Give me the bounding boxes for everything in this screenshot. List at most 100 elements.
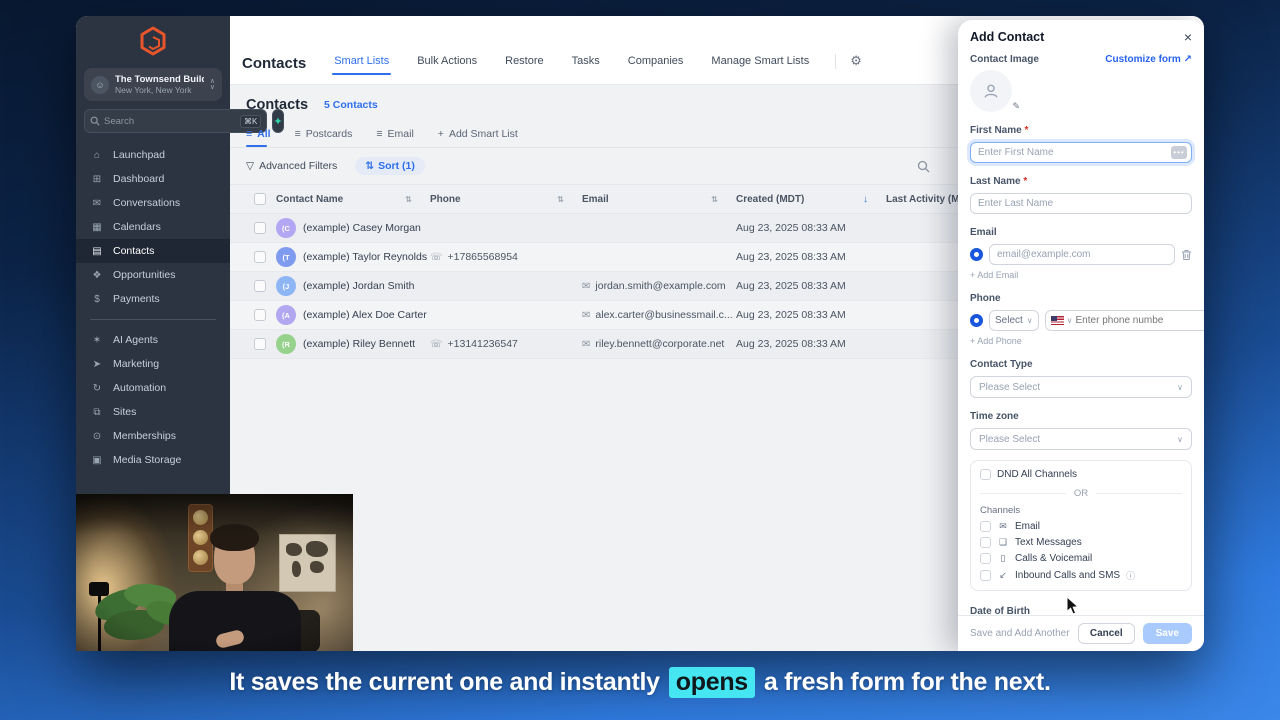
email-primary-radio[interactable] (970, 248, 983, 261)
contact-type-select[interactable]: Please Select∨ (970, 376, 1192, 398)
subtab-postcards[interactable]: ≡Postcards (295, 120, 353, 147)
account-location: New York, New York (115, 85, 204, 95)
table-search-button[interactable] (917, 160, 930, 173)
phone-primary-radio[interactable] (970, 314, 983, 327)
sidebar-item-opportunities[interactable]: ❖Opportunities (76, 263, 230, 287)
sidebar-item-dashboard[interactable]: ⊞Dashboard (76, 167, 230, 191)
select-all-checkbox[interactable] (254, 193, 266, 205)
email-input[interactable] (989, 244, 1175, 265)
us-flag-icon (1051, 316, 1064, 325)
dashboard-icon: ⊞ (90, 174, 104, 185)
search-input[interactable] (104, 116, 236, 127)
col-last-activity: Last Activity (M (886, 194, 960, 205)
contact-name[interactable]: (example) Alex Doe Carter (303, 309, 427, 321)
payments-icon: $ (90, 294, 104, 305)
app-logo (76, 16, 230, 66)
contacts-heading: Contacts (246, 97, 308, 113)
customize-form-link[interactable]: Customize form ↗ (1105, 54, 1192, 65)
pencil-icon[interactable]: ✎ (1012, 101, 1020, 112)
row-checkbox[interactable] (254, 222, 266, 234)
phone-input-group[interactable]: ∨ (1045, 310, 1204, 331)
sidebar-item-media-storage[interactable]: ▣Media Storage (76, 448, 230, 472)
avatar: (J (276, 276, 296, 296)
channel-inbound-checkbox[interactable] (980, 570, 991, 581)
tab-bulk-actions[interactable]: Bulk Actions (415, 45, 479, 81)
sidebar-item-ai-agents[interactable]: ✶AI Agents (76, 328, 230, 352)
contact-name[interactable]: (example) Jordan Smith (303, 280, 414, 292)
dnd-all-checkbox[interactable] (980, 469, 991, 480)
sidebar-item-automation[interactable]: ↻Automation (76, 376, 230, 400)
col-contact-name: Contact Name (276, 194, 343, 205)
gear-icon[interactable]: ⚙ (850, 53, 862, 69)
contact-type-label: Contact Type (970, 359, 1033, 370)
sidebar-item-calendars[interactable]: ▦Calendars (76, 215, 230, 239)
phone-value: +13141236547 (448, 338, 518, 350)
add-contact-panel: Add Contact × Contact Image Customize fo… (958, 20, 1204, 651)
sidebar-item-marketing[interactable]: ➤Marketing (76, 352, 230, 376)
tab-tasks[interactable]: Tasks (570, 45, 602, 81)
phone-icon: ☏ (430, 252, 443, 263)
tab-manage-smart-lists[interactable]: Manage Smart Lists (709, 45, 811, 81)
message-icon: ❏ (997, 537, 1009, 548)
subtab-email[interactable]: ≡Email (376, 120, 413, 147)
cancel-button[interactable]: Cancel (1078, 623, 1135, 644)
trash-icon[interactable] (1181, 249, 1192, 261)
add-phone-link[interactable]: + Add Phone (970, 336, 1192, 346)
caption-highlight: opens (669, 667, 755, 698)
phone-input[interactable] (1076, 315, 1204, 326)
channel-text-checkbox[interactable] (980, 537, 991, 548)
chevron-down-icon: ∨ (1177, 383, 1183, 392)
phone-type-select[interactable]: Select∨ (989, 310, 1039, 331)
tabbar-divider (835, 54, 836, 69)
timezone-select[interactable]: Please Select∨ (970, 428, 1192, 450)
save-and-add-another-button[interactable]: Save and Add Another (970, 628, 1070, 639)
row-checkbox[interactable] (254, 280, 266, 292)
contact-name[interactable]: (example) Taylor Reynolds (303, 251, 427, 263)
person-icon (982, 82, 1000, 100)
sidebar-item-launchpad[interactable]: ⌂Launchpad (76, 143, 230, 167)
chevron-down-icon: ∨ (1027, 316, 1033, 325)
channel-email-checkbox[interactable] (980, 521, 991, 532)
sidebar-item-conversations[interactable]: ✉Conversations (76, 191, 230, 215)
created-date: Aug 23, 2025 08:33 AM (736, 280, 886, 292)
account-switcher[interactable]: ☺ The Townsend Buildi... New York, New Y… (84, 68, 222, 101)
row-checkbox[interactable] (254, 338, 266, 350)
contact-name[interactable]: (example) Casey Morgan (303, 222, 421, 234)
sort-desc-icon[interactable]: ↓ (863, 194, 868, 205)
close-icon[interactable]: × (1184, 30, 1192, 44)
contact-image-upload[interactable]: ✎ (970, 70, 1012, 112)
subtab-all[interactable]: ≡All (246, 120, 271, 147)
sort-button[interactable]: ⇅Sort (1) (355, 157, 425, 175)
sidebar-item-payments[interactable]: $Payments (76, 287, 230, 311)
channels-label: Channels (980, 505, 1182, 516)
channel-calls-checkbox[interactable] (980, 553, 991, 564)
sort-caret-icon[interactable]: ⇅ (405, 195, 412, 204)
created-date: Aug 23, 2025 08:33 AM (736, 309, 886, 321)
created-date: Aug 23, 2025 08:33 AM (736, 338, 886, 350)
tab-restore[interactable]: Restore (503, 45, 546, 81)
contact-name[interactable]: (example) Riley Bennett (303, 338, 415, 350)
row-checkbox[interactable] (254, 251, 266, 263)
sort-caret-icon[interactable]: ⇅ (711, 195, 718, 204)
sidebar-item-memberships[interactable]: ⊙Memberships (76, 424, 230, 448)
row-checkbox[interactable] (254, 309, 266, 321)
tab-companies[interactable]: Companies (626, 45, 686, 81)
sort-icon: ⇅ (365, 160, 374, 172)
inbound-arrow-icon: ↙ (997, 570, 1009, 581)
add-email-link[interactable]: + Add Email (970, 270, 1192, 280)
tab-smart-lists[interactable]: Smart Lists (332, 45, 391, 81)
autofill-icon[interactable]: ••• (1171, 146, 1187, 159)
add-smart-list-button[interactable]: +Add Smart List (438, 120, 518, 147)
sites-icon: ⧉ (90, 407, 104, 418)
advanced-filters-button[interactable]: ▽Advanced Filters (246, 160, 337, 172)
sort-caret-icon[interactable]: ⇅ (557, 195, 564, 204)
sidebar-item-contacts[interactable]: ▤Contacts (76, 239, 230, 263)
launchpad-icon: ⌂ (90, 150, 104, 161)
first-name-input[interactable] (970, 142, 1192, 163)
save-button[interactable]: Save (1143, 623, 1192, 644)
phone-icon: ☏ (430, 339, 443, 350)
sidebar-item-sites[interactable]: ⧉Sites (76, 400, 230, 424)
last-name-input[interactable] (970, 193, 1192, 214)
info-icon[interactable]: ⓘ (1126, 569, 1135, 582)
mobile-phone-icon: ▯ (997, 553, 1009, 564)
